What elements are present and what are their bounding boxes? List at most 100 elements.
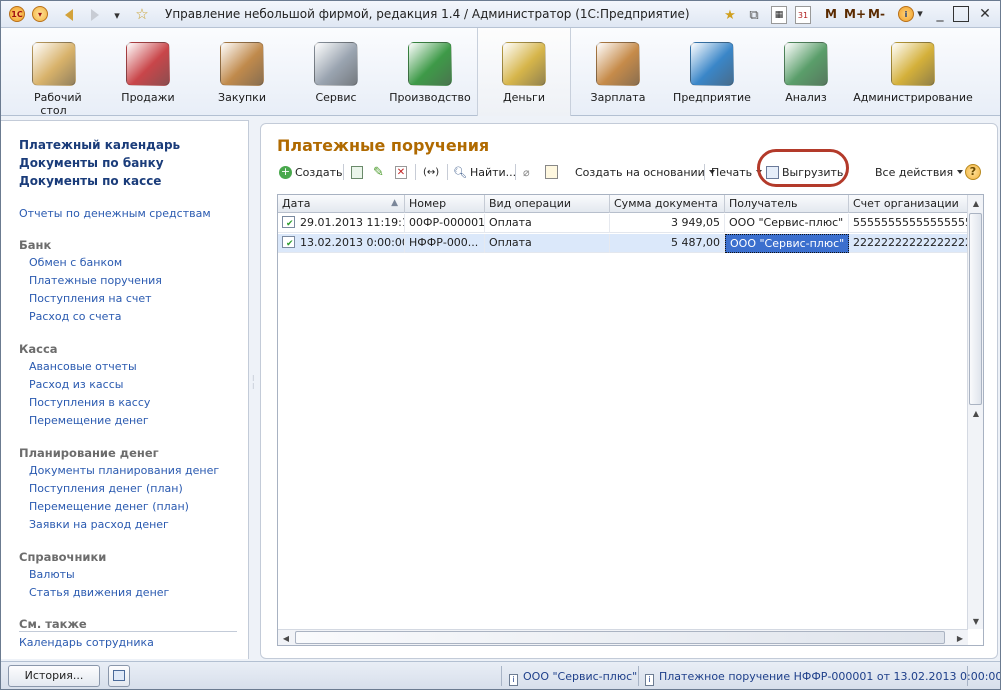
nav-item-account-expense[interactable]: Расход со счета	[29, 310, 122, 323]
vertical-scrollbar[interactable]: ▲ ▲ ▼	[967, 195, 983, 629]
create-button[interactable]: + Создать	[279, 161, 343, 183]
nav-item-planned-receipts[interactable]: Поступления денег (план)	[29, 482, 183, 495]
status-item-document[interactable]: i Платежное поручение НФФР-000001 от 13.0…	[645, 670, 1000, 686]
table-row[interactable]: 13.02.2013 0:00:00НФФР-000...Оплата5 487…	[278, 234, 968, 253]
navigation-panel: Платежный календарь Документы по банку Д…	[1, 120, 249, 659]
info-icon[interactable]: i	[898, 6, 914, 22]
cell-op[interactable]: Оплата	[485, 214, 610, 233]
nav-item-cash-receipts[interactable]: Поступления в кассу	[29, 396, 150, 409]
scroll-left-icon[interactable]: ◀	[278, 630, 294, 645]
cell-account[interactable]: 55555555555555555...	[849, 214, 968, 233]
nav-item-planned-transfer[interactable]: Перемещение денег (план)	[29, 500, 189, 513]
help-button[interactable]: ?	[965, 161, 981, 183]
section-database[interactable]: Администрирование	[853, 28, 973, 116]
calculator-icon[interactable]: ▦	[771, 6, 787, 24]
section-employee[interactable]: Зарплата	[571, 28, 665, 116]
cell-sum[interactable]: 5 487,00	[610, 234, 725, 253]
section-boxes[interactable]: Закупки	[195, 28, 289, 116]
nav-item-money-transfer[interactable]: Перемещение денег	[29, 414, 149, 427]
cell-recipient[interactable]: ООО "Сервис-плюс"	[725, 214, 849, 233]
nav-item-planning-docs[interactable]: Документы планирования денег	[29, 464, 219, 477]
forward-arrow-icon[interactable]	[87, 7, 103, 23]
horizontal-scroll-thumb[interactable]	[295, 631, 945, 644]
section-factory[interactable]: Производство	[383, 28, 477, 116]
horizontal-scrollbar[interactable]: ◀ ▶	[278, 629, 968, 645]
section-desk[interactable]: Рабочий стол	[6, 28, 101, 117]
history-dropdown-icon[interactable]: ▾	[111, 7, 123, 23]
minimize-icon[interactable]: _	[931, 5, 949, 23]
nav-item-expense-requests[interactable]: Заявки на расход денег	[29, 518, 169, 531]
section-chart[interactable]: Анализ	[759, 28, 853, 116]
set-interval-button[interactable]: (↔)	[423, 161, 439, 183]
document-based-button[interactable]	[545, 161, 558, 183]
windows-button[interactable]	[108, 665, 130, 687]
column-header-operation[interactable]: Вид операции	[485, 195, 610, 213]
info-icon: i	[645, 674, 654, 686]
calendar-icon[interactable]: 31	[795, 6, 811, 24]
nav-item-bank-exchange[interactable]: Обмен с банком	[29, 256, 122, 269]
panel-splitter[interactable]: ⁝ ⁝	[250, 120, 260, 659]
nav-item-cash-flow-items[interactable]: Статья движения денег	[29, 586, 169, 599]
create-based-menu[interactable]: Создать на основании	[575, 161, 715, 183]
table-row[interactable]: 29.01.2013 11:19:1900ФР-000001Оплата3 94…	[278, 214, 968, 233]
help-icon: ?	[965, 164, 981, 180]
cell-op[interactable]: Оплата	[485, 234, 610, 253]
cell-number[interactable]: НФФР-000...	[405, 234, 485, 253]
nav-item-advance-reports[interactable]: Авансовые отчеты	[29, 360, 137, 373]
back-arrow-icon[interactable]	[61, 7, 77, 23]
nav-payment-calendar[interactable]: Платежный календарь	[19, 138, 180, 152]
nav-cash-documents[interactable]: Документы по кассе	[19, 174, 161, 188]
close-icon[interactable]: ✕	[976, 5, 994, 23]
status-item-organization[interactable]: i ООО "Сервис-плюс"	[509, 670, 637, 686]
nav-item-currencies[interactable]: Валюты	[29, 568, 75, 581]
nav-group-bank: Банк	[19, 238, 52, 252]
column-header-sum[interactable]: Сумма документа	[610, 195, 725, 213]
info-dropdown-icon[interactable]: ▾	[915, 7, 925, 20]
export-button[interactable]: Выгрузить	[766, 161, 843, 183]
copy-button[interactable]	[351, 161, 363, 183]
nav-cash-reports[interactable]: Отчеты по денежным средствам	[19, 207, 211, 220]
nav-bank-documents[interactable]: Документы по банку	[19, 156, 164, 170]
memory-m-button[interactable]: M	[825, 7, 837, 21]
nav-item-payment-orders[interactable]: Платежные поручения	[29, 274, 162, 287]
cell-account[interactable]: 22222222222222222...	[849, 234, 968, 253]
scroll-right-icon[interactable]: ▶	[952, 630, 968, 645]
column-header-date[interactable]: Дата ▲	[278, 195, 405, 213]
nav-item-cash-expense[interactable]: Расход из кассы	[29, 378, 123, 391]
section-tools[interactable]: Сервис	[289, 28, 383, 116]
cell-recipient[interactable]: ООО "Сервис-плюс"	[725, 234, 849, 253]
vertical-scroll-thumb[interactable]	[969, 213, 982, 405]
cell-date[interactable]: 29.01.2013 11:19:19	[278, 214, 405, 233]
find-button[interactable]: 🔍︎ Найти...	[453, 161, 516, 183]
memory-plus-button[interactable]: M+	[844, 7, 866, 21]
cell-date[interactable]: 13.02.2013 0:00:00	[278, 234, 405, 253]
scroll-up-icon[interactable]: ▲	[968, 195, 983, 211]
column-header-recipient[interactable]: Получатель	[725, 195, 849, 213]
section-basket[interactable]: Продажи	[101, 28, 195, 116]
scroll-middle-icon[interactable]: ▲	[968, 405, 983, 421]
open-link-icon[interactable]: ⧉	[745, 6, 763, 24]
sort-asc-icon: ▲	[391, 198, 398, 208]
nav-item-account-receipts[interactable]: Поступления на счет	[29, 292, 152, 305]
1c-logo-icon[interactable]: 1С	[9, 6, 25, 22]
history-button[interactable]: История...	[8, 665, 100, 687]
cell-sum[interactable]: 3 949,05	[610, 214, 725, 233]
delete-button[interactable]: ✕	[395, 161, 407, 183]
cell-number[interactable]: 00ФР-000001	[405, 214, 485, 233]
section-building[interactable]: Предприятие	[665, 28, 759, 116]
column-header-number[interactable]: Номер	[405, 195, 485, 213]
column-header-account[interactable]: Счет организации	[849, 195, 968, 213]
menu-dropdown-icon[interactable]: ▾	[32, 6, 48, 22]
maximize-icon[interactable]	[953, 6, 969, 22]
scroll-down-icon[interactable]: ▼	[968, 613, 983, 629]
print-menu[interactable]: Печать	[711, 161, 763, 183]
edit-button[interactable]: ✎	[373, 161, 384, 183]
section-coins[interactable]: Деньги	[477, 28, 571, 116]
favorites-star-icon[interactable]: ☆	[133, 5, 151, 23]
memory-minus-button[interactable]: M-	[868, 7, 885, 21]
cancel-search-button[interactable]: ⌀	[523, 161, 530, 183]
payment-orders-table[interactable]: Дата ▲ Номер Вид операции Сумма документа…	[277, 194, 984, 646]
all-actions-menu[interactable]: Все действия	[875, 161, 964, 183]
nav-item-employee-calendar[interactable]: Календарь сотрудника	[19, 636, 154, 649]
favorites-add-icon[interactable]: ★	[721, 6, 739, 24]
